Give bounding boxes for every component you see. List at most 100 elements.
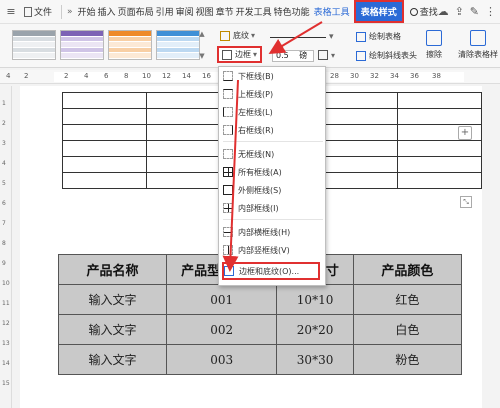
line-style-select[interactable]: ▾: [270, 32, 340, 42]
menu-item-inside-vertical[interactable]: 内部竖框线(V): [223, 241, 323, 259]
border-button[interactable]: 边框 ▾: [217, 46, 263, 63]
tab-table-style[interactable]: 表格样式: [353, 0, 404, 23]
ruler-tick: 11: [2, 300, 10, 307]
table-cell[interactable]: [397, 172, 482, 189]
table-cell[interactable]: 粉色: [352, 344, 463, 375]
share-icon[interactable]: ⇪: [455, 5, 464, 18]
tab-references[interactable]: 引用: [155, 5, 175, 18]
draw-table-button[interactable]: 绘制表格: [356, 31, 401, 42]
table-cell[interactable]: [62, 124, 147, 141]
tab-view[interactable]: 视图: [195, 5, 215, 18]
table-cell[interactable]: [313, 92, 399, 109]
chevron-down-icon: ▾: [251, 31, 256, 40]
table-cell[interactable]: [397, 92, 482, 109]
tab-features[interactable]: 特色功能: [273, 5, 311, 18]
menu-bar: ≡ 文件 » 开始 插入 页面布局 引用 审阅 视图 章节 开发工具 特色功能 …: [0, 0, 500, 24]
cloud-icon[interactable]: ☁: [438, 5, 449, 18]
line-width-select[interactable]: 0.5 磅: [272, 50, 314, 62]
menu-item-inside-horizontal[interactable]: 内部横框线(H): [223, 223, 323, 241]
table-resize-handle[interactable]: ⤡: [460, 196, 472, 208]
table-cell[interactable]: [397, 108, 482, 125]
table-cell[interactable]: 10*10: [276, 284, 354, 315]
ruler-tick: 32: [370, 72, 379, 80]
top-border-icon: [223, 89, 233, 99]
menu-item-top-border[interactable]: 上框线(P): [223, 85, 323, 103]
border-color-button[interactable]: ▾: [318, 50, 335, 60]
table-cell[interactable]: [313, 124, 399, 141]
draw-diagonal-button[interactable]: 绘制斜线表头: [356, 50, 417, 61]
table-style-thumb[interactable]: [60, 30, 104, 60]
table-cell[interactable]: 002: [166, 314, 278, 345]
tab-home[interactable]: 开始: [77, 5, 97, 18]
table-cell[interactable]: [397, 156, 482, 173]
tab-developer[interactable]: 开发工具: [235, 5, 273, 18]
table-style-thumb[interactable]: [108, 30, 152, 60]
menu-item-inside-borders[interactable]: 内部框线(I): [223, 199, 323, 217]
add-column-button[interactable]: +: [458, 126, 472, 140]
table-cell[interactable]: 输入文字: [57, 344, 168, 375]
table-cell[interactable]: 白色: [352, 314, 463, 345]
table-cell[interactable]: [313, 172, 399, 189]
menu-item-outside-borders[interactable]: 外侧框线(S): [223, 181, 323, 199]
gallery-scroll[interactable]: ▲ ▼: [198, 30, 206, 60]
clear-table-style-button[interactable]: 清除表格样: [458, 30, 498, 60]
ruler-tick: 1: [2, 100, 6, 107]
no-border-icon: [223, 149, 233, 159]
ruler-tick: 4: [2, 160, 6, 167]
table-cell[interactable]: 20*20: [276, 314, 354, 345]
table-cell[interactable]: 30*30: [276, 344, 354, 375]
table-row: 输入文字 001 10*10 红色: [57, 284, 463, 315]
menu-item-all-borders[interactable]: 所有框线(A): [223, 163, 323, 181]
table-cell[interactable]: [62, 140, 147, 157]
ruler-tick: 2: [2, 120, 6, 127]
tab-review[interactable]: 审阅: [175, 5, 195, 18]
tab-section[interactable]: 章节: [215, 5, 235, 18]
menu-item-borders-and-shading[interactable]: 边框和底纹(O)...: [222, 262, 320, 280]
table-cell[interactable]: 输入文字: [57, 314, 168, 345]
shading-button[interactable]: 底纹 ▾: [220, 30, 255, 41]
file-menu-button[interactable]: 文件: [20, 5, 56, 18]
menu-item-right-border[interactable]: 右框线(R): [223, 121, 323, 139]
table-style-thumb[interactable]: [12, 30, 56, 60]
edit-icon[interactable]: ✎: [470, 5, 479, 18]
table-cell[interactable]: 输入文字: [57, 284, 168, 315]
ruler-tick: 4: [6, 72, 11, 80]
more-icon[interactable]: ⋮: [485, 5, 496, 18]
tab-insert[interactable]: 插入: [97, 5, 117, 18]
menu-item-no-border[interactable]: 无框线(N): [223, 145, 323, 163]
search-button[interactable]: 查找: [409, 5, 438, 18]
ruler-tick: 8: [2, 240, 6, 247]
tab-page-layout[interactable]: 页面布局: [117, 5, 155, 18]
table-cell[interactable]: [62, 172, 147, 189]
tab-table-tools[interactable]: 表格工具: [313, 5, 351, 18]
table-cell[interactable]: [313, 140, 399, 157]
chevron-down-icon[interactable]: ▼: [199, 52, 204, 60]
table-cell[interactable]: [313, 108, 399, 125]
table-header-cell[interactable]: 产品名称: [57, 254, 168, 285]
erase-button[interactable]: 擦除: [426, 30, 442, 60]
inside-vertical-border-icon: [223, 245, 233, 255]
hamburger-menu-icon[interactable]: ≡: [4, 5, 18, 19]
table-header-cell[interactable]: 产品颜色: [352, 254, 463, 285]
double-chevron-icon[interactable]: »: [67, 7, 73, 17]
menu-item-bottom-border[interactable]: 下框线(B): [223, 67, 323, 85]
table-style-thumb[interactable]: [156, 30, 200, 60]
table-cell[interactable]: [62, 92, 147, 109]
menu-item-left-border[interactable]: 左框线(L): [223, 103, 323, 121]
menu-item-label: 下框线(B): [238, 71, 274, 81]
table-cell[interactable]: 003: [166, 344, 278, 375]
search-icon: [409, 7, 418, 16]
chevron-down-icon: ▾: [331, 50, 336, 60]
table-cell[interactable]: 001: [166, 284, 278, 315]
outside-borders-icon: [223, 185, 233, 195]
menu-separator: [61, 4, 63, 19]
menu-item-label: 内部横框线(H): [238, 227, 291, 237]
chevron-up-icon[interactable]: ▲: [199, 30, 204, 38]
menu-item-label: 边框和底纹(O)...: [239, 266, 300, 276]
table-cell[interactable]: [62, 156, 147, 173]
table-cell[interactable]: [313, 156, 399, 173]
table-cell[interactable]: 红色: [352, 284, 463, 315]
search-label: 查找: [419, 8, 438, 18]
table-cell[interactable]: [397, 140, 482, 157]
table-cell[interactable]: [62, 108, 147, 125]
